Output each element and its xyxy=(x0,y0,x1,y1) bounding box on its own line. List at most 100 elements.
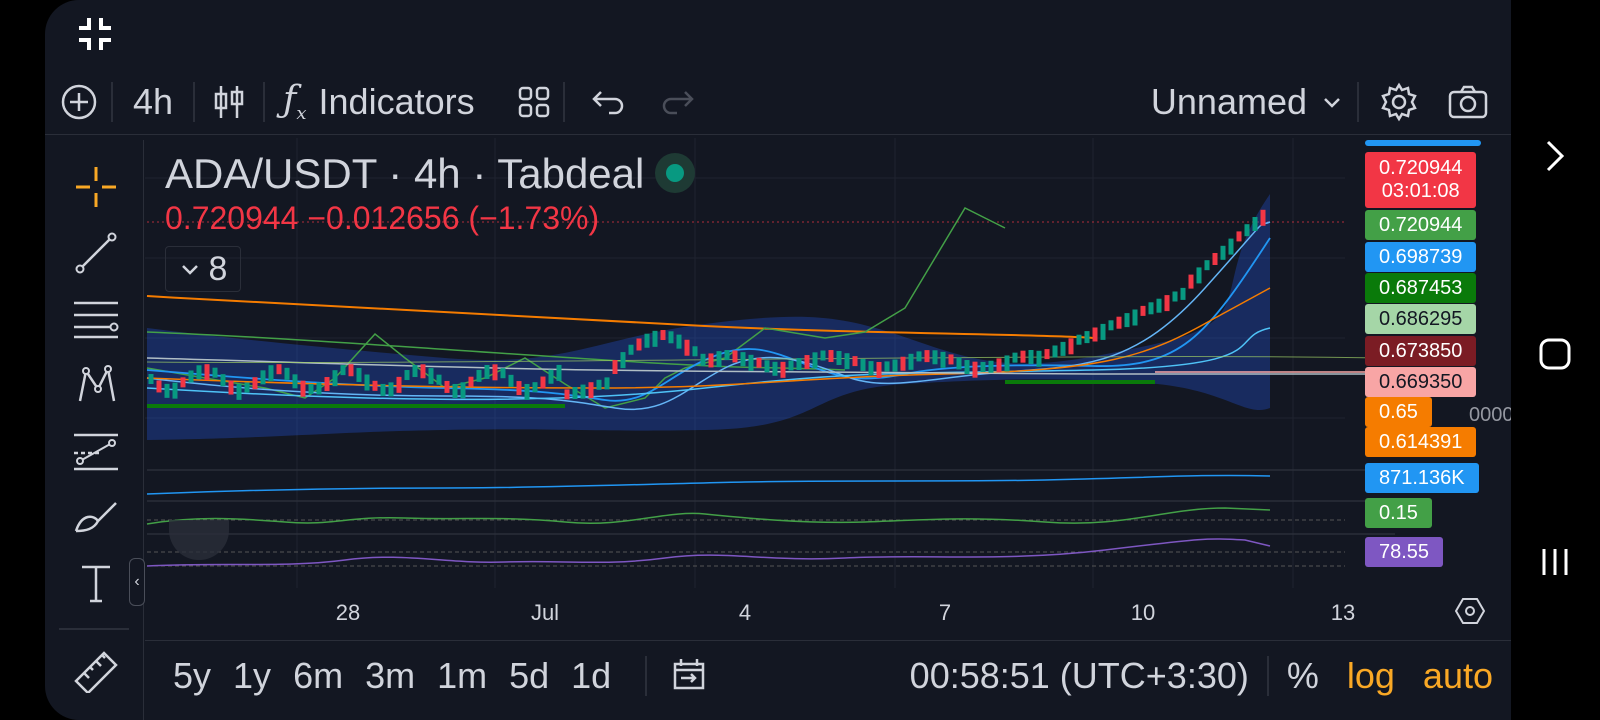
candle xyxy=(476,369,482,382)
candle xyxy=(1132,309,1138,326)
range-6m[interactable]: 6m xyxy=(293,655,343,697)
forecast-tool[interactable] xyxy=(71,426,121,476)
countdown: 03:01:08 xyxy=(1381,180,1460,202)
candle xyxy=(164,383,170,398)
candle xyxy=(1164,295,1170,312)
price-change-percent: (−1.73%) xyxy=(468,200,600,236)
candle xyxy=(852,356,858,367)
scale-settings-icon[interactable] xyxy=(1454,596,1486,631)
candle xyxy=(348,364,354,377)
candle xyxy=(972,361,978,378)
candle xyxy=(292,374,298,389)
templates-button[interactable] xyxy=(517,70,551,134)
range-3m[interactable]: 3m xyxy=(365,655,415,697)
candle xyxy=(1244,224,1250,237)
candle xyxy=(1020,350,1026,363)
time-label: 10 xyxy=(1130,600,1156,625)
candle xyxy=(1156,298,1162,313)
candle xyxy=(820,350,826,361)
redo-button[interactable] xyxy=(661,70,695,134)
candle xyxy=(172,382,178,399)
screenshot-button[interactable] xyxy=(1447,70,1489,134)
indicators-button[interactable]: ƒx Indicators xyxy=(277,70,481,134)
candle xyxy=(1012,352,1018,363)
price-tag: 0.720944 xyxy=(1365,210,1477,240)
candle xyxy=(1172,291,1178,302)
go-to-date-button[interactable] xyxy=(669,654,709,699)
time-label: 4 xyxy=(738,600,752,625)
price-tag: 0.687453 xyxy=(1365,273,1477,303)
candle xyxy=(316,382,322,395)
crosshair-tool[interactable] xyxy=(71,162,121,212)
candle xyxy=(748,354,754,371)
time-label: 7 xyxy=(938,600,952,625)
candle xyxy=(452,383,458,398)
ruler-icon xyxy=(74,651,118,693)
ruler-tool[interactable] xyxy=(71,646,121,696)
symbol-legend[interactable]: ADA/USDT · 4h · Tabdeal xyxy=(165,150,644,198)
collapse-toolbar-button[interactable]: ‹ xyxy=(129,558,145,606)
legend-separator: · xyxy=(460,150,498,197)
range-5y[interactable]: 5y xyxy=(173,655,211,697)
auto-toggle[interactable]: auto xyxy=(1423,655,1493,697)
candle xyxy=(620,352,626,369)
candle xyxy=(396,376,402,393)
range-5d[interactable]: 5d xyxy=(509,655,549,697)
candle xyxy=(1084,331,1090,344)
text-tool[interactable] xyxy=(71,558,121,608)
home-icon[interactable] xyxy=(1533,332,1577,376)
layout-name-button[interactable]: Unnamed xyxy=(1151,70,1345,134)
candle xyxy=(340,365,346,376)
candle xyxy=(228,380,234,395)
horizontal-lines-tool[interactable] xyxy=(71,294,121,344)
grid-icon xyxy=(518,86,549,118)
exit-fullscreen-icon[interactable] xyxy=(75,14,115,54)
candle xyxy=(252,377,258,390)
chevron-right-icon[interactable] xyxy=(1533,134,1577,178)
settings-button[interactable] xyxy=(1379,70,1419,134)
price-tag: 0.686295 xyxy=(1365,304,1477,334)
undo-button[interactable] xyxy=(591,70,625,134)
interval-button[interactable]: 4h xyxy=(125,70,181,134)
indicators-toggle[interactable]: 8 xyxy=(165,246,241,292)
candle xyxy=(1092,327,1098,342)
time-axis[interactable]: 28 Jul 4 7 10 13 xyxy=(145,592,1486,632)
candle xyxy=(388,382,394,397)
percent-toggle[interactable]: % xyxy=(1287,655,1319,697)
candle xyxy=(780,361,786,378)
chart-type-button[interactable] xyxy=(207,70,251,134)
chevron-down-icon xyxy=(1324,98,1340,108)
candle xyxy=(580,384,586,399)
candle xyxy=(764,360,770,373)
price-tag-last: 0.720944 03:01:08 xyxy=(1365,152,1477,208)
price-tag-last-value: 0.720944 xyxy=(1379,157,1463,179)
candle xyxy=(796,358,802,371)
pattern-tool[interactable] xyxy=(71,360,121,410)
clock[interactable]: 00:58:51 (UTC+3:30) xyxy=(910,655,1249,697)
candle xyxy=(436,374,442,385)
candle xyxy=(772,361,778,376)
price-tag: 0.698739 xyxy=(1365,242,1477,272)
range-1m[interactable]: 1m xyxy=(437,655,487,697)
candle xyxy=(300,380,306,397)
candle xyxy=(492,364,498,381)
chart-app: 4h ƒx Indicators Unnamed ‹ ADA/USDT · 4h… xyxy=(45,0,1511,720)
price-scale[interactable]: 0.720944 03:01:08 0.720944 0.698739 0.68… xyxy=(1365,140,1511,600)
range-1y[interactable]: 1y xyxy=(233,655,271,697)
range-1d[interactable]: 1d xyxy=(571,655,611,697)
candle xyxy=(908,353,914,370)
candle xyxy=(828,350,834,363)
add-symbol-button[interactable] xyxy=(59,70,99,134)
candle xyxy=(868,361,874,376)
price-tag: 0.15 xyxy=(1365,498,1432,528)
price-tag: 0.65 xyxy=(1365,397,1432,427)
price-tag: 78.55 xyxy=(1365,537,1444,567)
candle xyxy=(876,361,882,378)
candle xyxy=(1188,274,1194,289)
candle xyxy=(1100,323,1106,340)
log-toggle[interactable]: log xyxy=(1347,655,1395,697)
recent-apps-icon[interactable] xyxy=(1533,540,1577,584)
market-status-icon[interactable] xyxy=(655,153,695,193)
trend-line-tool[interactable] xyxy=(71,228,121,278)
brush-tool[interactable] xyxy=(71,492,121,542)
